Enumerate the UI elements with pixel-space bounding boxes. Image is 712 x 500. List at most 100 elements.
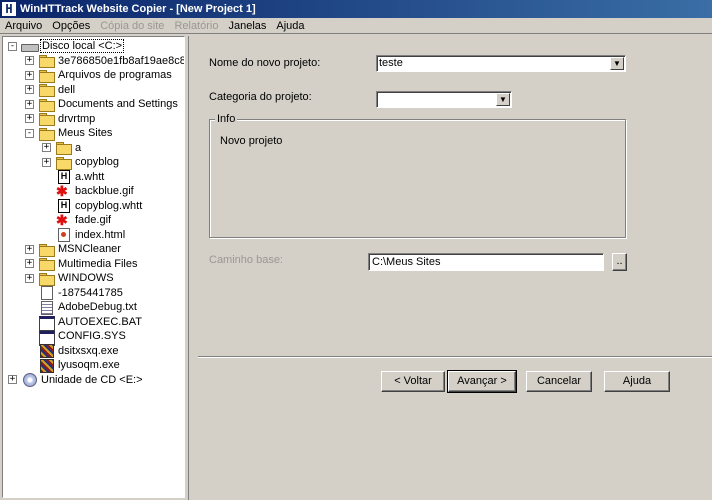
h-icon	[55, 170, 71, 184]
tree-item[interactable]: fade.gif	[42, 212, 112, 229]
tree-item[interactable]: backblue.gif	[42, 183, 135, 200]
folder-tree[interactable]: - Disco local <C:> +3e786850e1fb8af19ae8c8…	[2, 36, 185, 498]
expand-icon[interactable]: +	[25, 70, 34, 80]
chevron-down-icon[interactable]: ▼	[496, 93, 510, 106]
project-form: Nome do novo projeto: teste ▼ Categoria …	[190, 34, 712, 500]
tree-item[interactable]: - Disco local <C:>	[8, 39, 125, 53]
base-path-label: Caminho base:	[209, 254, 283, 266]
folder-icon	[55, 141, 72, 155]
menu-opcoes[interactable]: Opções	[47, 20, 95, 32]
folder-icon	[38, 272, 55, 286]
tree-item-label[interactable]: CONFIG.SYS	[57, 330, 127, 342]
exe-icon	[38, 344, 54, 358]
title-bar: H WinHTTrack Website Copier - [New Proje…	[0, 0, 712, 18]
tree-item[interactable]: + Multimedia Files	[25, 257, 138, 271]
folder-icon	[38, 69, 55, 83]
bat-icon	[38, 315, 55, 331]
tree-item[interactable]: + Arquivos de programas	[25, 68, 173, 83]
tree-item-label[interactable]: 3e786850e1fb8af19ae8c8e7	[57, 55, 184, 67]
tree-item[interactable]: + copyblog	[42, 155, 120, 170]
tree-item-label[interactable]: MSNCleaner	[57, 243, 122, 255]
tree-item[interactable]: copyblog.whtt	[42, 199, 143, 213]
tree-item-label[interactable]: Arquivos de programas	[57, 69, 173, 81]
panel-splitter[interactable]	[186, 36, 189, 500]
tree-item-label[interactable]: index.html	[74, 229, 126, 241]
cancel-button[interactable]: Cancelar	[526, 371, 592, 392]
expand-icon[interactable]: +	[42, 143, 51, 152]
category-combo[interactable]: ▼	[376, 91, 512, 108]
tree-item[interactable]: index.html	[42, 228, 126, 242]
tree-item-label[interactable]: lyusoqm.exe	[57, 359, 121, 371]
tree-item-label[interactable]: -1875441785	[57, 287, 124, 299]
tree-item[interactable]: a.whtt	[42, 170, 105, 184]
expand-icon[interactable]: +	[25, 114, 34, 123]
tree-item-label[interactable]: Disco local <C:>	[40, 39, 125, 53]
expand-icon[interactable]: +	[42, 157, 51, 167]
tree-item-label[interactable]: Meus Sites	[57, 127, 113, 139]
file-icon	[38, 286, 54, 300]
h-icon	[55, 199, 71, 213]
txt-icon	[38, 300, 54, 315]
menu-arquivo[interactable]: Arquivo	[0, 20, 47, 32]
next-button[interactable]: Avançar >	[447, 370, 517, 393]
tree-item[interactable]: -1875441785	[25, 286, 124, 300]
menu-copia-do-site[interactable]: Cópia do site	[95, 20, 169, 32]
bat-icon	[38, 330, 55, 346]
expand-icon[interactable]: +	[25, 259, 34, 268]
expand-icon[interactable]: +	[8, 375, 17, 384]
tree-item-label[interactable]: a.whtt	[74, 171, 105, 183]
gif-icon	[55, 183, 71, 200]
tree-item-label[interactable]: Documents and Settings	[57, 98, 179, 110]
tree-item[interactable]: AUTOEXEC.BAT	[25, 315, 143, 331]
tree-item[interactable]: + a	[42, 141, 82, 155]
tree-item-label[interactable]: copyblog.whtt	[74, 200, 143, 212]
collapse-icon[interactable]: -	[25, 128, 34, 138]
tree-item[interactable]: + MSNCleaner	[25, 242, 122, 257]
tree-item[interactable]: dsitxsxq.exe	[25, 344, 120, 358]
back-button[interactable]: < Voltar	[381, 371, 445, 392]
chevron-down-icon[interactable]: ▼	[610, 57, 624, 70]
project-name-combo[interactable]: teste ▼	[376, 55, 626, 72]
info-group-title: Info	[215, 113, 238, 125]
tree-item-label[interactable]: AdobeDebug.txt	[57, 301, 138, 313]
tree-item-label[interactable]: dell	[57, 84, 76, 96]
tree-item[interactable]: AdobeDebug.txt	[25, 300, 138, 315]
tree-item[interactable]: - Meus Sites	[25, 126, 113, 141]
project-name-label: Nome do novo projeto:	[209, 57, 321, 69]
base-path-input[interactable]: C:\Meus Sites	[368, 253, 604, 271]
tree-item-label[interactable]: a	[74, 142, 82, 154]
tree-item-label[interactable]: copyblog	[74, 156, 120, 168]
help-button[interactable]: Ajuda	[604, 371, 670, 392]
expand-icon[interactable]: +	[25, 273, 34, 283]
tree-item[interactable]: CONFIG.SYS	[25, 329, 127, 346]
tree-item[interactable]: +3e786850e1fb8af19ae8c8e7	[25, 54, 184, 68]
project-name-value[interactable]: teste	[379, 57, 403, 69]
tree-item[interactable]: lyusoqm.exe	[25, 358, 121, 373]
tree-item[interactable]: + drvrtmp	[25, 112, 96, 126]
tree-item-label[interactable]: fade.gif	[74, 214, 112, 226]
tree-item-label[interactable]: Unidade de CD <E:>	[40, 374, 144, 386]
tree-item[interactable]: + dell	[25, 83, 76, 97]
browse-button[interactable]: ..	[612, 253, 627, 271]
tree-item-label[interactable]: backblue.gif	[74, 185, 135, 197]
tree-item[interactable]: + Unidade de CD <E:>	[8, 373, 144, 387]
folder-icon	[38, 257, 55, 271]
menu-relatorio[interactable]: Relatório	[169, 20, 223, 32]
gif-icon	[55, 212, 71, 229]
exe-icon	[38, 358, 54, 373]
expand-icon[interactable]: +	[25, 99, 34, 109]
expand-icon[interactable]: +	[25, 85, 34, 94]
tree-item-label[interactable]: Multimedia Files	[57, 258, 138, 270]
tree-item-label[interactable]: AUTOEXEC.BAT	[57, 316, 143, 328]
tree-item[interactable]: + WINDOWS	[25, 271, 115, 286]
tree-item-label[interactable]: drvrtmp	[57, 113, 96, 125]
collapse-icon[interactable]: -	[8, 41, 17, 51]
tree-item-label[interactable]: dsitxsxq.exe	[57, 345, 120, 357]
expand-icon[interactable]: +	[25, 244, 34, 254]
tree-item-label[interactable]: WINDOWS	[57, 272, 115, 284]
tree-item[interactable]: + Documents and Settings	[25, 97, 179, 112]
button-separator	[198, 356, 712, 358]
menu-ajuda[interactable]: Ajuda	[271, 20, 309, 32]
expand-icon[interactable]: +	[25, 56, 34, 65]
menu-janelas[interactable]: Janelas	[223, 20, 271, 32]
